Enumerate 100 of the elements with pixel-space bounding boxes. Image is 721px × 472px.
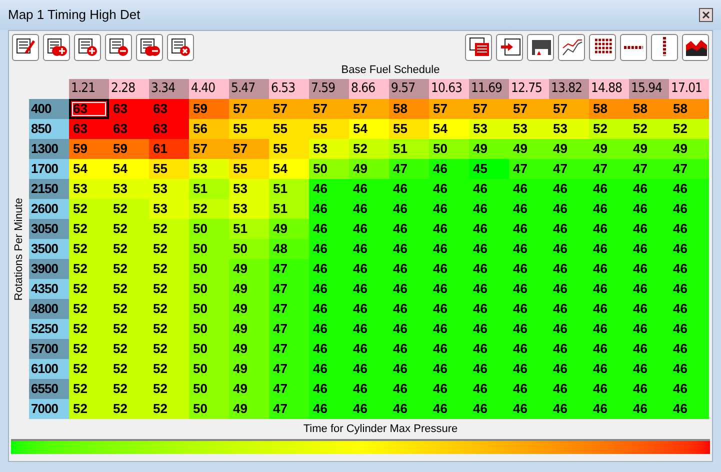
table-cell[interactable]: 58	[629, 99, 669, 119]
toolbar-button[interactable]	[43, 34, 70, 60]
table-cell[interactable]: 63	[109, 119, 149, 139]
table-cell[interactable]: 52	[109, 379, 149, 399]
table-cell[interactable]: 53	[229, 179, 269, 199]
table-cell[interactable]: 46	[469, 179, 509, 199]
table-cell[interactable]: 52	[109, 299, 149, 319]
table-cell[interactable]: 53	[309, 139, 349, 159]
table-cell[interactable]: 52	[109, 319, 149, 339]
table-cell[interactable]: 50	[189, 319, 229, 339]
table-cell[interactable]: 46	[669, 399, 709, 419]
table-cell[interactable]: 52	[109, 239, 149, 259]
table-cell[interactable]: 46	[309, 399, 349, 419]
table-cell[interactable]: 50	[189, 399, 229, 419]
table-cell[interactable]: 46	[589, 199, 629, 219]
table-cell[interactable]: 49	[229, 259, 269, 279]
table-cell[interactable]: 52	[629, 119, 669, 139]
table-cell[interactable]: 46	[669, 339, 709, 359]
table-cell[interactable]: 47	[669, 159, 709, 179]
table-cell[interactable]: 52	[349, 139, 389, 159]
table-cell[interactable]: 46	[429, 319, 469, 339]
table-cell[interactable]: 46	[509, 359, 549, 379]
table-cell[interactable]: 46	[509, 339, 549, 359]
table-cell[interactable]: 47	[549, 159, 589, 179]
table-cell[interactable]: 46	[549, 319, 589, 339]
table-cell[interactable]: 46	[389, 299, 429, 319]
table-cell[interactable]: 46	[549, 179, 589, 199]
table-cell[interactable]: 58	[669, 99, 709, 119]
table-cell[interactable]: 47	[269, 279, 309, 299]
table-cell[interactable]: 52	[109, 339, 149, 359]
table-cell[interactable]: 55	[309, 119, 349, 139]
table-cell[interactable]: 51	[189, 179, 229, 199]
table-cell[interactable]: 46	[349, 299, 389, 319]
table-cell[interactable]: 58	[589, 99, 629, 119]
table-cell[interactable]: 50	[189, 279, 229, 299]
toolbar-button[interactable]	[465, 34, 492, 60]
table-cell[interactable]: 52	[149, 399, 189, 419]
table-cell[interactable]: 46	[469, 219, 509, 239]
table-cell[interactable]: 49	[509, 139, 549, 159]
table-cell[interactable]: 48	[269, 239, 309, 259]
table-cell[interactable]: 46	[629, 319, 669, 339]
table-cell[interactable]: 57	[429, 99, 469, 119]
table-cell[interactable]: 46	[349, 379, 389, 399]
table-cell[interactable]: 50	[189, 379, 229, 399]
close-button[interactable]	[699, 8, 713, 22]
table-cell[interactable]: 50	[189, 259, 229, 279]
table-cell[interactable]: 47	[509, 159, 549, 179]
table-cell[interactable]: 53	[149, 179, 189, 199]
table-cell[interactable]: 46	[389, 359, 429, 379]
table-cell[interactable]: 46	[669, 319, 709, 339]
table-cell[interactable]: 46	[309, 299, 349, 319]
table-cell[interactable]: 46	[429, 299, 469, 319]
table-cell[interactable]: 55	[149, 159, 189, 179]
toolbar-button[interactable]	[12, 34, 39, 60]
table-cell[interactable]: 49	[589, 139, 629, 159]
table-cell[interactable]: 51	[389, 139, 429, 159]
table-cell[interactable]: 46	[629, 259, 669, 279]
table-cell[interactable]: 46	[669, 259, 709, 279]
table-cell[interactable]: 46	[669, 179, 709, 199]
table-cell[interactable]: 46	[429, 199, 469, 219]
table-cell[interactable]: 53	[189, 159, 229, 179]
table-cell[interactable]: 52	[109, 199, 149, 219]
table-cell[interactable]: 51	[269, 199, 309, 219]
table-cell[interactable]: 46	[509, 239, 549, 259]
table-cell[interactable]: 46	[429, 179, 469, 199]
table-cell[interactable]: 46	[429, 239, 469, 259]
table-cell[interactable]: 46	[629, 359, 669, 379]
table-cell[interactable]: 54	[69, 159, 109, 179]
table-cell[interactable]: 51	[229, 219, 269, 239]
table-cell[interactable]: 61	[149, 139, 189, 159]
table-cell[interactable]: 59	[69, 139, 109, 159]
table-cell[interactable]: 57	[509, 99, 549, 119]
toolbar-button[interactable]	[620, 34, 647, 60]
table-cell[interactable]: 52	[69, 259, 109, 279]
table-cell[interactable]: 49	[629, 139, 669, 159]
table-cell[interactable]: 50	[429, 139, 469, 159]
table-cell[interactable]: 52	[149, 239, 189, 259]
table-cell[interactable]: 46	[549, 279, 589, 299]
table-cell[interactable]: 52	[109, 259, 149, 279]
table-cell[interactable]: 52	[109, 359, 149, 379]
table-cell[interactable]: 46	[389, 279, 429, 299]
table-cell[interactable]: 49	[469, 139, 509, 159]
table-cell[interactable]: 47	[629, 159, 669, 179]
table-cell[interactable]: 63	[109, 99, 149, 119]
table-cell[interactable]: 46	[509, 199, 549, 219]
table-cell[interactable]: 63	[149, 99, 189, 119]
table-cell[interactable]: 46	[509, 219, 549, 239]
table-cell[interactable]: 46	[349, 179, 389, 199]
table-cell[interactable]: 46	[469, 339, 509, 359]
table-cell[interactable]: 46	[309, 359, 349, 379]
table-cell[interactable]: 46	[669, 359, 709, 379]
table-cell[interactable]: 52	[669, 119, 709, 139]
table-cell[interactable]: 52	[69, 379, 109, 399]
table-cell[interactable]: 46	[309, 239, 349, 259]
table-cell[interactable]: 52	[109, 219, 149, 239]
table-cell[interactable]: 49	[269, 219, 309, 239]
table-cell[interactable]: 46	[629, 339, 669, 359]
toolbar-button[interactable]	[496, 34, 523, 60]
table-cell[interactable]: 46	[549, 339, 589, 359]
table-cell[interactable]: 49	[229, 339, 269, 359]
